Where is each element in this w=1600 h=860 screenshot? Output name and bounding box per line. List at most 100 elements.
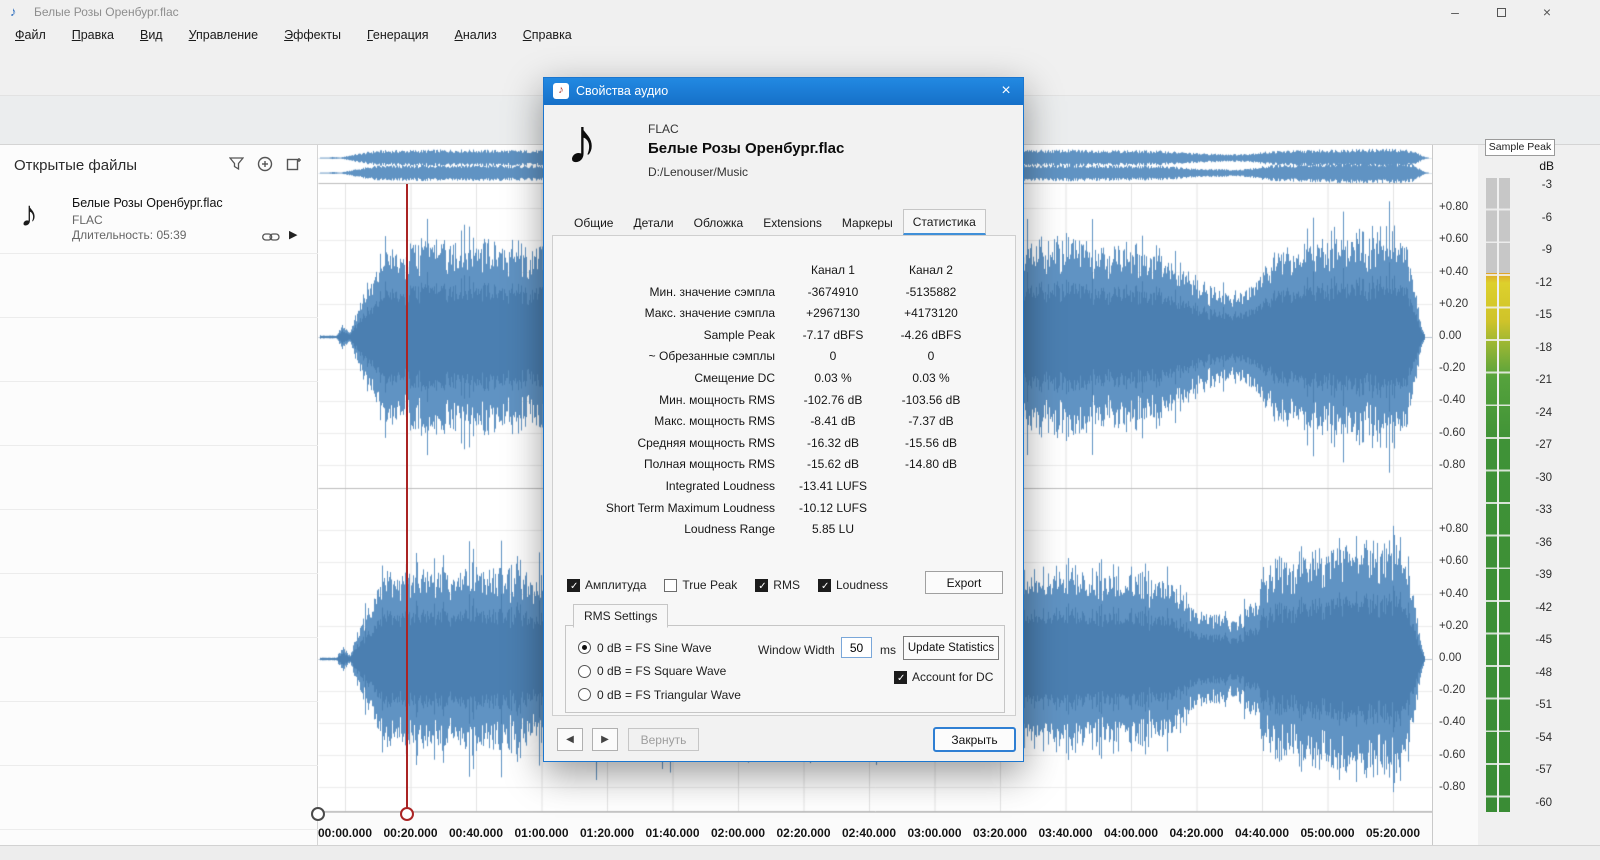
menu-item[interactable]: Анализ [442,24,510,48]
radio-icon [578,664,591,678]
stats-row-label: Средняя мощность RMS [637,435,775,450]
amplitude-scale: +0.80 +0.60 +0.40 +0.20 0.00 -0.20 -0.40 -0.60 -… [1432,145,1478,845]
menu-item[interactable]: Эффекты [271,24,354,48]
db-tick-label: -12 [1535,276,1552,289]
app-window: ♪ Белые Розы Оренбург.flac – × Файл Правк… [0,0,1600,860]
menu-item[interactable]: Вид [127,24,176,48]
update-statistics-button[interactable]: Update Statistics [903,636,999,660]
add-group-button[interactable] [285,155,303,173]
account-for-dc-checkbox[interactable]: Account for DC [894,670,994,685]
checkbox-icon [817,578,831,593]
dialog-tab[interactable]: Extensions [753,209,832,235]
window-width-input[interactable] [841,637,872,658]
checkbox-icon [894,670,907,685]
timeline-tick-label: 02:40.000 [841,826,897,840]
dialog-file-format: FLAC [648,122,679,136]
selection-start-marker[interactable] [311,807,325,821]
amplitude-tick-label: -0.20 [1439,362,1466,375]
stats-row-label: Макс. значение сэмпла [644,306,775,321]
checkbox-label: Account for DC [912,670,994,684]
minimize-button[interactable]: – [1432,0,1478,24]
stats-row-label: Sample Peak [703,327,775,342]
radio-label: 0 dB = FS Square Wave [597,664,727,679]
timeline-tick-label: 00:00.000 [317,826,373,840]
menu-item[interactable]: Справка [510,24,585,48]
rms-reference-radio[interactable]: 0 dB = FS Triangular Wave [578,683,741,707]
amplitude-tick-label: -0.40 [1439,716,1466,729]
rms-reference-radio[interactable]: 0 dB = FS Sine Wave [578,636,741,660]
checkbox-icon [664,578,678,592]
amplitude-tick-label: -0.80 [1439,458,1466,471]
timeline-tick-label: 01:00.000 [514,826,569,840]
dialog-tab[interactable]: Обложка [684,209,754,235]
dialog-tab[interactable]: Детали [623,209,683,235]
app-note-icon: ♪ [10,4,17,19]
stats-channel1-value: 0 [829,349,837,364]
playback-cursor-marker[interactable] [400,807,414,821]
amplitude-tick-label: -0.20 [1439,684,1466,697]
open-files-sidebar: Открытые файлы ♪ Белые Розы Оренбург.fla… [0,145,318,845]
rms-reference-radio[interactable]: 0 dB = FS Square Wave [578,660,741,684]
timeline-tick-label: 03:40.000 [1038,826,1093,840]
db-tick-label: -33 [1535,504,1552,516]
dialog-close-button[interactable]: × [995,81,1017,101]
dialog-tab[interactable]: Маркеры [832,209,903,235]
dialog-prev-button[interactable]: ◀ [557,728,583,751]
statistics-options: Амплитуда True Peak RMS Loudness [567,574,888,596]
timeline-tick-label: 05:00.000 [1300,826,1355,840]
file-format: FLAC [72,213,103,227]
timeline-tick-label: 02:20.000 [776,826,831,840]
stats-column-header: Канал 2 [909,263,953,277]
stats-row-label: Integrated Loudness [665,478,775,493]
stat-option-checkbox[interactable]: Loudness [817,578,888,593]
window-width-label: Window Width [758,643,835,657]
db-tick-label: -39 [1535,569,1552,581]
menu-item[interactable]: Генерация [354,24,442,48]
stats-channel1-value: -16.32 dB [806,435,860,450]
stats-row-label: Макс. мощность RMS [654,414,775,429]
dialog-next-button[interactable]: ▶ [592,728,618,751]
dialog-title-bar[interactable]: ♪ Свойства аудио × [544,78,1023,105]
rms-settings-group: 0 dB = FS Sine Wave 0 dB = FS Square Wav… [565,625,1005,713]
dialog-file-name: Белые Розы Оренбург.flac [648,140,845,157]
rms-settings-tab[interactable]: RMS Settings [573,604,669,628]
db-tick-label: -18 [1535,341,1552,354]
dialog-file-path: D:/Lenouser/Music [648,165,749,179]
menu-item[interactable]: Правка [59,24,127,48]
timeline-ruler[interactable]: 00:00.000 00:20.000 00:40.000 01:00.000 01:2… [318,812,1432,845]
level-meter-left [1486,178,1497,812]
dialog-app-icon: ♪ [553,83,569,99]
playback-cursor[interactable] [406,184,408,812]
checkbox-icon [567,578,580,593]
revert-button[interactable]: Вернуть [628,728,699,751]
db-tick-label: -36 [1535,536,1552,549]
amplitude-tick-label: -0.60 [1439,748,1466,761]
amplitude-tick-label: 0.00 [1439,330,1462,342]
link-icon[interactable] [262,231,280,245]
add-file-button[interactable] [256,155,274,173]
stats-channel2-value: -4.26 dBFS [900,327,962,342]
stat-option-checkbox[interactable]: Амплитуда [567,578,646,593]
dialog-tab[interactable]: Общие [564,209,623,235]
menu-item[interactable]: Управление [176,24,272,48]
stat-option-checkbox[interactable]: True Peak [664,578,737,592]
stats-channel1-value: -7.17 dBFS [802,327,864,342]
export-button[interactable]: Export [925,571,1003,594]
dialog-close-footer-button[interactable]: Закрыть [933,727,1016,752]
radio-label: 0 dB = FS Triangular Wave [597,687,741,702]
db-tick-label: -15 [1535,309,1552,321]
close-button[interactable]: × [1524,0,1570,24]
amplitude-tick-label: +0.20 [1439,619,1469,632]
amplitude-tick-label: +0.20 [1439,297,1469,310]
timeline-tick-label: 05:20.000 [1365,826,1421,840]
stat-option-checkbox[interactable]: RMS [755,578,800,593]
menu-item[interactable]: Файл [2,24,59,48]
amplitude-tick-label: -0.60 [1439,426,1466,439]
file-play-button[interactable]: ▶ [289,228,297,241]
maximize-button[interactable] [1478,0,1524,24]
file-list-item[interactable]: ♪ Белые Розы Оренбург.flac FLAC Длительн… [0,189,318,253]
statistics-panel: Канал 1 Канал 2 Мин. значение сэмпла -36… [552,235,1016,716]
dialog-tab[interactable]: Статистика [902,209,986,235]
sample-peak-mode-button[interactable]: Sample Peak [1485,139,1555,156]
filter-button[interactable] [227,155,245,173]
